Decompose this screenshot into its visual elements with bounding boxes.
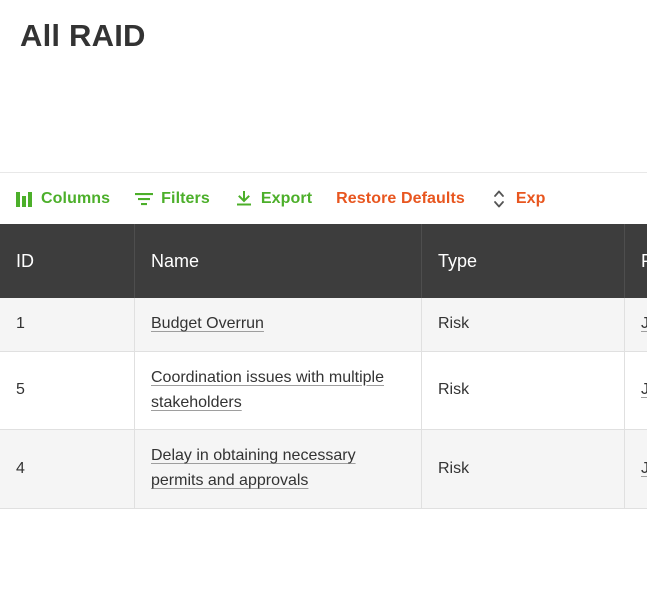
columns-button[interactable]: Columns — [4, 182, 120, 216]
grid-toolbar: Columns Filters Export Restore Defaults … — [0, 172, 647, 225]
table-row[interactable]: 1 Budget Overrun Risk JFK Airport - Term… — [0, 298, 647, 352]
restore-defaults-button[interactable]: Restore Defaults — [326, 182, 475, 216]
cell-project[interactable]: JFK Airport - Terminal — [624, 351, 647, 431]
cell-type: Risk — [421, 351, 625, 431]
sort-icon — [489, 189, 509, 209]
table-body: 1 Budget Overrun Risk JFK Airport - Term… — [0, 298, 647, 509]
cell-name-link[interactable]: Budget Overrun — [151, 315, 264, 332]
cell-name-link[interactable]: Coordination issues with multiple stakeh… — [151, 369, 384, 411]
cell-project[interactable]: JFK Airport - Terminal — [624, 298, 647, 352]
cell-type: Risk — [421, 429, 625, 509]
cell-name-link[interactable]: Delay in obtaining necessary permits and… — [151, 447, 356, 489]
export-secondary-label: Exp — [515, 190, 546, 207]
cell-name[interactable]: Coordination issues with multiple stakeh… — [134, 351, 422, 431]
cell-project-link[interactable]: JFK Airport - Terminal — [641, 381, 647, 398]
cell-project-link[interactable]: JFK Airport - Terminal — [641, 460, 647, 477]
export-button-label: Export — [260, 190, 313, 207]
table-header: ID Name Type Project — [0, 224, 647, 298]
columns-button-label: Columns — [41, 190, 111, 207]
page-title: All RAID — [20, 18, 146, 53]
column-header-type[interactable]: Type — [421, 224, 625, 298]
cell-id: 1 — [0, 298, 135, 352]
columns-icon — [14, 189, 34, 209]
cell-id: 5 — [0, 351, 135, 431]
cell-type: Risk — [421, 298, 625, 352]
cell-project-link[interactable]: JFK Airport - Terminal — [641, 315, 647, 332]
filters-button[interactable]: Filters — [124, 182, 220, 216]
export-secondary-button[interactable]: Exp — [479, 182, 556, 216]
download-icon — [234, 189, 254, 209]
table-row[interactable]: 4 Delay in obtaining necessary permits a… — [0, 429, 647, 509]
table-row[interactable]: 5 Coordination issues with multiple stak… — [0, 351, 647, 431]
cell-id: 4 — [0, 429, 135, 509]
cell-name[interactable]: Delay in obtaining necessary permits and… — [134, 429, 422, 509]
column-header-id[interactable]: ID — [0, 224, 135, 298]
table-header-row: ID Name Type Project — [0, 224, 647, 298]
column-header-project[interactable]: Project — [624, 224, 647, 298]
cell-name[interactable]: Budget Overrun — [134, 298, 422, 352]
cell-project[interactable]: JFK Airport - Terminal — [624, 429, 647, 509]
filter-icon — [134, 189, 154, 209]
restore-defaults-label: Restore Defaults — [336, 190, 465, 207]
export-button[interactable]: Export — [224, 182, 322, 216]
column-header-name[interactable]: Name — [134, 224, 422, 298]
filters-button-label: Filters — [161, 190, 210, 207]
raid-page: All RAID Columns Filters Export Restore … — [0, 0, 647, 611]
raid-table: ID Name Type Project 1 Budget Overrun Ri… — [0, 224, 647, 509]
raid-table-container[interactable]: ID Name Type Project 1 Budget Overrun Ri… — [0, 224, 647, 611]
